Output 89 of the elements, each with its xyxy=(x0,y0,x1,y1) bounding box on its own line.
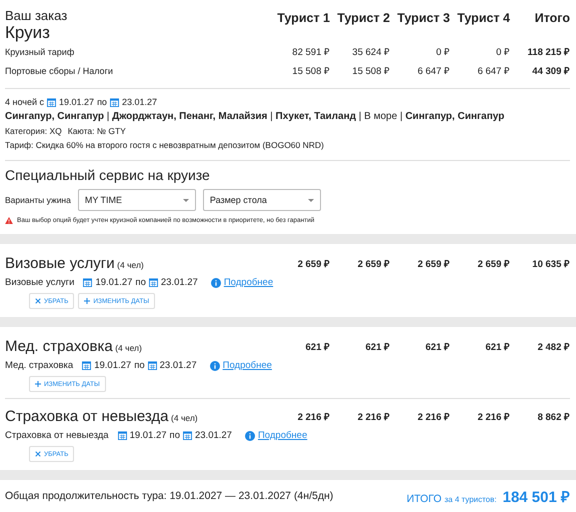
price-value: 2 659 ₽ xyxy=(296,258,330,270)
price-value: 82 591 ₽ xyxy=(291,46,330,58)
service-name: Мед. страховка xyxy=(5,360,74,371)
price-value: 6 647 ₽ xyxy=(476,65,510,77)
tour-duration: Общая продолжительность тура: 19.01.2027 — 23.01.2027 (4н/5дн) xyxy=(5,490,334,502)
price-value: 8 862 ₽ xyxy=(536,411,570,423)
date-text: 19.01.27 xyxy=(59,97,94,107)
details-link[interactable]: Подробнее xyxy=(222,360,272,371)
price-value: 10 635 ₽ xyxy=(531,258,570,270)
total-label: ИТОГО xyxy=(406,493,442,505)
caret-icon xyxy=(308,198,314,202)
route-text: Сингапур, Сингапур | Джорджтаун, Пенанг, Малайзия | Пхукет, Таиланд | В море | Сингапур, Сингапур xyxy=(5,110,506,124)
calendar-icon xyxy=(82,361,92,370)
price-value: 6 647 ₽ xyxy=(416,65,450,77)
price-value: 2 482 ₽ xyxy=(536,341,570,353)
column-header: Итого xyxy=(534,10,570,27)
plus-icon xyxy=(84,298,90,304)
info-icon xyxy=(210,360,220,370)
info-icon xyxy=(244,430,255,440)
date-separator: по xyxy=(134,360,145,371)
column-header: Турист 4 xyxy=(456,10,510,27)
column-header: Турист 1 xyxy=(276,10,330,27)
close-icon xyxy=(35,451,41,457)
price-value: 15 508 ₽ xyxy=(351,65,390,77)
price-value: 35 624 ₽ xyxy=(351,46,390,58)
date-text: 19.01.27 xyxy=(94,360,132,371)
price-value: 621 ₽ xyxy=(364,341,390,353)
calendar-icon xyxy=(110,98,119,106)
price-value: 2 216 ₽ xyxy=(296,411,330,423)
date-separator: по xyxy=(97,97,107,107)
date-separator: по xyxy=(170,430,180,441)
tariff-text: Тариф: Скидка 60% на второго гостя с невозвратным депозитом (BOGO60 NRD) xyxy=(5,139,325,152)
price-label: Портовые сборы / Налоги xyxy=(5,66,113,76)
dropdown[interactable]: Размер стола xyxy=(202,189,321,211)
dinner-label: Варианты ужина xyxy=(5,194,71,207)
column-header: Турист 3 xyxy=(396,10,450,27)
service-title: Мед. страховка xyxy=(5,338,113,355)
plus-icon xyxy=(35,381,41,387)
price-value: 0 ₽ xyxy=(495,46,510,58)
date-text: 23.01.27 xyxy=(122,97,157,107)
calendar-icon xyxy=(118,431,127,440)
price-value: 15 508 ₽ xyxy=(291,65,330,77)
price-value: 0 ₽ xyxy=(435,46,450,58)
category-text: Категория: XQ xyxy=(5,125,62,138)
caret-icon xyxy=(182,198,189,202)
date-text: 23.01.27 xyxy=(160,277,198,288)
price-value: 621 ₽ xyxy=(484,341,510,353)
date-text: 19.01.27 xyxy=(130,430,167,441)
info-icon xyxy=(210,278,221,288)
calendar-icon xyxy=(47,98,56,106)
cabin-text: Каюта: № GTY xyxy=(68,125,126,138)
service-name: Страховка от невыезда xyxy=(5,430,109,441)
persons-count: (4 чел) xyxy=(117,260,144,270)
service-title: Визовые услуги xyxy=(5,255,115,272)
section-title: Специальный сервис на круизе xyxy=(5,167,211,183)
price-label: Круизный тариф xyxy=(5,46,74,56)
price-value: 2 659 ₽ xyxy=(416,258,450,270)
section-title: Круиз xyxy=(5,23,51,42)
price-value: 2 659 ₽ xyxy=(476,258,510,270)
persons-count: (4 чел) xyxy=(171,413,198,423)
price-value: 118 215 ₽ xyxy=(526,46,570,58)
price-value: 2 216 ₽ xyxy=(416,411,450,423)
calendar-icon xyxy=(83,278,92,287)
nights-text: 4 ночей с xyxy=(5,97,44,107)
service-name: Визовые услуги xyxy=(5,277,74,288)
close-icon xyxy=(35,298,41,304)
calendar-icon xyxy=(182,431,192,440)
date-separator: по xyxy=(135,277,146,288)
dropdown[interactable]: MY TIME xyxy=(78,189,196,211)
order-title: Ваш заказ xyxy=(5,8,68,23)
date-text: 23.01.27 xyxy=(160,360,197,371)
total-caption: за 4 туристов: xyxy=(444,495,497,504)
service-title: Страховка от невыезда xyxy=(5,408,169,425)
price-value: 621 ₽ xyxy=(424,341,450,353)
warning-icon xyxy=(5,217,13,224)
total-value: 184 501 ₽ xyxy=(502,488,570,506)
date-text: 19.01.27 xyxy=(95,277,132,288)
price-value: 2 659 ₽ xyxy=(356,258,390,270)
column-header: Турист 2 xyxy=(336,10,390,27)
calendar-icon xyxy=(148,361,157,370)
price-value: 2 216 ₽ xyxy=(476,411,510,423)
calendar-icon xyxy=(148,278,158,287)
price-value: 44 309 ₽ xyxy=(531,65,570,77)
persons-count: (4 чел) xyxy=(115,343,142,353)
price-value: 2 216 ₽ xyxy=(356,411,390,423)
details-link[interactable]: Подробнее xyxy=(224,277,274,288)
price-value: 621 ₽ xyxy=(304,341,330,353)
date-text: 23.01.27 xyxy=(194,430,232,441)
details-link[interactable]: Подробнее xyxy=(258,430,308,441)
